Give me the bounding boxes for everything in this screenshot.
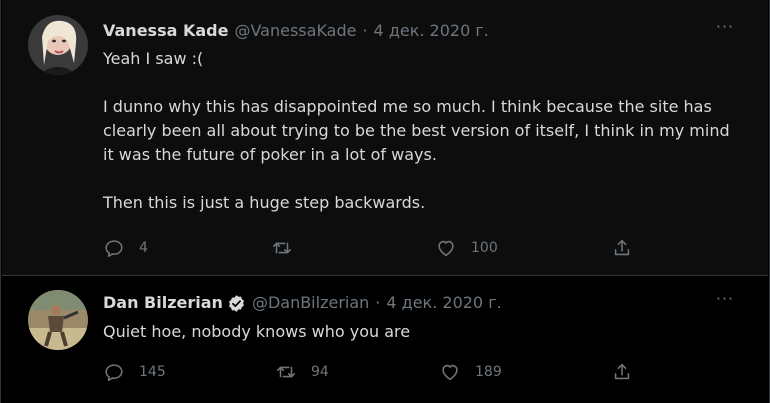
retweet-count: 94 [311,364,329,380]
retweet-button[interactable] [271,236,307,260]
line-break [103,71,743,95]
timestamp[interactable]: 4 дек. 2020 г. [386,292,501,314]
more-icon[interactable]: ··· [710,291,740,314]
tweet-header: Vanessa Kade @VanessaKade · 4 дек. 2020 … [103,20,489,42]
timestamp[interactable]: 4 дек. 2020 г. [374,20,489,42]
like-count: 100 [471,240,498,256]
tweet-line: Then this is just a huge step backwards. [103,193,426,212]
retweet-button[interactable]: 94 [275,360,329,384]
share-icon [614,239,630,256]
tweet-line: I dunno why this has disappointed me so … [103,97,730,164]
like-button[interactable]: 100 [435,236,498,260]
reply-icon [105,364,123,382]
avatar[interactable] [28,290,88,350]
share-button[interactable] [611,360,633,384]
more-icon[interactable]: ··· [710,19,740,42]
tweet-line: Quiet hoe, nobody knows who you are [103,322,411,341]
verified-icon [228,294,244,312]
separator-dot: · [375,293,381,312]
share-button[interactable] [611,236,633,260]
display-name[interactable]: Vanessa Kade [103,20,228,42]
tweet-actions: 145 94 189 [103,360,643,384]
tweet-text: Quiet hoe, nobody knows who you are [103,320,743,344]
tweet[interactable]: Dan Bilzerian @DanBilzerian · 4 дек. 202… [2,276,768,403]
reply-button[interactable]: 145 [103,360,166,384]
reply-count: 145 [139,364,166,380]
reply-icon [105,240,123,258]
like-icon [442,364,458,381]
display-name[interactable]: Dan Bilzerian [103,292,223,314]
reply-count: 4 [139,240,148,256]
like-count: 189 [475,364,502,380]
like-icon [438,240,454,257]
avatar[interactable] [28,15,88,75]
retweet-icon [272,242,292,254]
tweet-text: Yeah I saw :( I dunno why this has disap… [103,47,743,215]
handle[interactable]: @DanBilzerian [252,292,369,314]
tweet-actions: 4 100 [103,236,643,260]
retweet-icon [276,366,296,378]
tweet[interactable]: Vanessa Kade @VanessaKade · 4 дек. 2020 … [2,0,768,275]
timeline: Vanessa Kade @VanessaKade · 4 дек. 2020 … [0,0,770,403]
reply-button[interactable]: 4 [103,236,148,260]
tweet-line: Yeah I saw :( [103,49,204,68]
handle[interactable]: @VanessaKade [234,20,356,42]
line-break [103,167,743,191]
like-button[interactable]: 189 [439,360,502,384]
separator-dot: · [362,21,368,40]
tweet-header: Dan Bilzerian @DanBilzerian · 4 дек. 202… [103,292,502,314]
share-icon [614,363,630,380]
